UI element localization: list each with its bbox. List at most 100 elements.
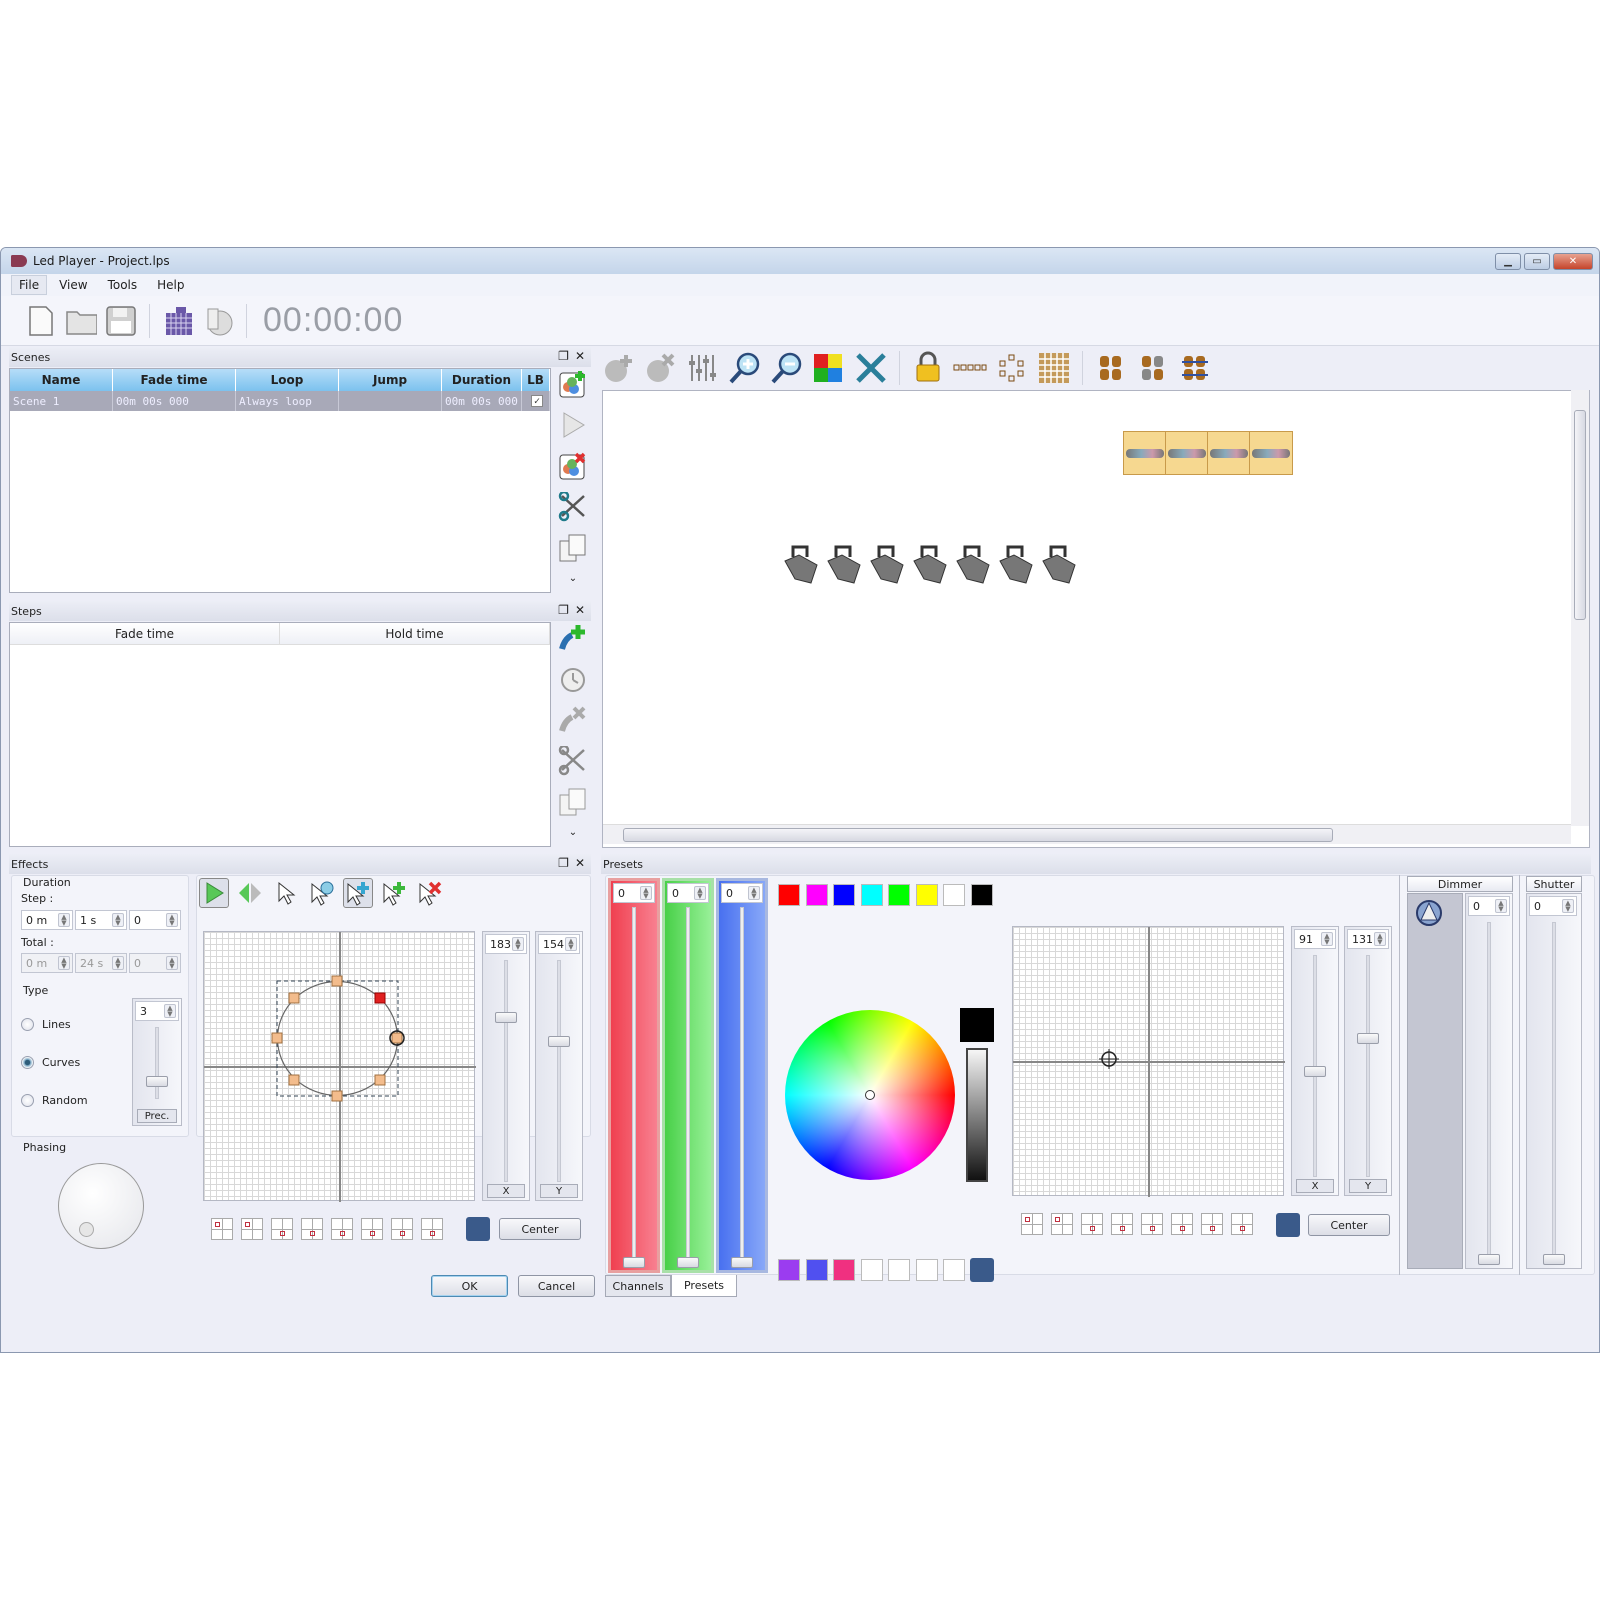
menu-view[interactable]: View bbox=[51, 275, 95, 295]
custom-color-swatch[interactable] bbox=[833, 1259, 855, 1281]
shutter-thumb[interactable] bbox=[1543, 1254, 1565, 1265]
save-icon[interactable] bbox=[105, 305, 137, 337]
remove-fixture-icon[interactable] bbox=[643, 350, 679, 386]
cancel-button[interactable]: Cancel bbox=[518, 1275, 595, 1297]
x-input[interactable]: 183 ▲ ▼ bbox=[485, 934, 527, 954]
led-bar-fixture[interactable] bbox=[1124, 432, 1166, 474]
tab-channels[interactable]: Channels bbox=[605, 1275, 671, 1297]
col-fade-time[interactable]: Fade time bbox=[113, 369, 236, 391]
phasing-handle[interactable] bbox=[79, 1222, 94, 1237]
matrix-layout-icon[interactable] bbox=[1036, 350, 1072, 386]
delete-point-icon[interactable] bbox=[415, 878, 445, 908]
open-folder-icon[interactable] bbox=[65, 305, 97, 337]
delete-step-icon[interactable] bbox=[557, 704, 589, 736]
tilt-input[interactable]: 131 ▲ ▼ bbox=[1347, 929, 1389, 949]
brightness-slider[interactable] bbox=[966, 1048, 988, 1182]
matrix-icon[interactable] bbox=[162, 305, 194, 337]
menu-help[interactable]: Help bbox=[149, 275, 192, 295]
position-preset-icon[interactable] bbox=[1051, 1213, 1073, 1235]
par-can-fixture[interactable] bbox=[826, 543, 863, 585]
table-row[interactable]: Scene 1 00m 00s 000 Always loop 00m 00s … bbox=[10, 391, 550, 411]
color-swatch[interactable] bbox=[888, 884, 910, 906]
float-icon[interactable]: ❐ bbox=[558, 856, 569, 870]
pan-slider[interactable]: 91 ▲ ▼ X bbox=[1291, 926, 1339, 1196]
float-icon[interactable]: ❐ bbox=[558, 603, 569, 617]
copy-step-icon[interactable] bbox=[557, 786, 589, 818]
shutter-input[interactable]: 0 ▲ ▼ bbox=[1529, 896, 1577, 916]
color-swatch[interactable] bbox=[833, 884, 855, 906]
col-step-fade-time[interactable]: Fade time bbox=[10, 623, 280, 644]
position-center-3-icon[interactable] bbox=[331, 1218, 353, 1240]
precision-input[interactable]: 3 ▲ ▼ bbox=[135, 1001, 179, 1021]
precision-slider[interactable]: 3 ▲ ▼ Prec. bbox=[132, 998, 182, 1126]
position-center-1-icon[interactable] bbox=[271, 1218, 293, 1240]
tools-icon[interactable] bbox=[853, 350, 889, 386]
mixer-icon[interactable] bbox=[685, 350, 721, 386]
color-swatch[interactable] bbox=[860, 884, 883, 906]
dimmer-slider[interactable]: 0 ▲ ▼ bbox=[1465, 893, 1513, 1269]
effect-grid[interactable] bbox=[203, 931, 476, 1202]
led-bar-fixture[interactable] bbox=[1208, 432, 1250, 474]
menu-tools[interactable]: Tools bbox=[100, 275, 146, 295]
position-center-5-icon[interactable] bbox=[391, 1218, 413, 1240]
group-a-icon[interactable] bbox=[1093, 350, 1129, 386]
type-lines-radio[interactable]: Lines bbox=[21, 1018, 71, 1031]
dimmer-icon[interactable] bbox=[1414, 898, 1444, 928]
color-swatch[interactable] bbox=[970, 884, 993, 906]
color-wheel[interactable] bbox=[785, 1010, 955, 1180]
y-input[interactable]: 154 ▲ ▼ bbox=[538, 934, 580, 954]
blue-input[interactable]: 0 ▲ ▼ bbox=[721, 883, 763, 903]
zoom-in-icon[interactable] bbox=[727, 350, 763, 386]
col-loop[interactable]: Loop bbox=[236, 369, 339, 391]
green-thumb[interactable] bbox=[677, 1257, 699, 1268]
x-slider[interactable]: 183 ▲ ▼ X bbox=[482, 931, 530, 1201]
blue-thumb[interactable] bbox=[731, 1257, 753, 1268]
import-icon[interactable] bbox=[202, 305, 234, 337]
col-step-hold-time[interactable]: Hold time bbox=[280, 623, 550, 644]
par-can-fixture[interactable] bbox=[998, 543, 1035, 585]
dimmer-thumb[interactable] bbox=[1478, 1254, 1500, 1265]
red-thumb[interactable] bbox=[623, 1257, 645, 1268]
step-seconds-input[interactable]: 1 s ▲ ▼ bbox=[75, 910, 127, 930]
close-panel-icon[interactable]: ✕ bbox=[575, 856, 585, 870]
add-point-icon[interactable] bbox=[379, 878, 409, 908]
custom-color-swatch[interactable] bbox=[888, 1259, 910, 1281]
custom-color-swatch[interactable] bbox=[943, 1259, 965, 1281]
led-bar-fixture[interactable] bbox=[1166, 432, 1208, 474]
position-preset-icon[interactable] bbox=[1021, 1213, 1043, 1235]
color-swatch[interactable] bbox=[943, 884, 965, 906]
close-panel-icon[interactable]: ✕ bbox=[575, 603, 585, 617]
type-curves-radio[interactable]: Curves bbox=[21, 1056, 80, 1069]
position-preset-icon[interactable] bbox=[1201, 1213, 1223, 1235]
col-duration[interactable]: Duration bbox=[442, 369, 522, 391]
precision-thumb[interactable] bbox=[146, 1076, 168, 1087]
pointer-icon[interactable] bbox=[271, 878, 301, 908]
tilt-thumb[interactable] bbox=[1357, 1033, 1379, 1044]
minimize-button[interactable]: ▁ bbox=[1495, 253, 1521, 270]
copy-icon[interactable] bbox=[557, 532, 589, 564]
custom-color-swatch[interactable] bbox=[805, 1259, 828, 1281]
color-swatch[interactable] bbox=[915, 884, 938, 906]
position-preset-icon[interactable] bbox=[1081, 1213, 1103, 1235]
add-node-pointer-icon[interactable] bbox=[343, 878, 373, 908]
play-effect-icon[interactable] bbox=[199, 878, 229, 908]
position-preset-icon[interactable] bbox=[1231, 1213, 1253, 1235]
rotate-pointer-icon[interactable] bbox=[307, 878, 337, 908]
float-icon[interactable]: ❐ bbox=[558, 349, 569, 363]
col-jump[interactable]: Jump bbox=[339, 369, 442, 391]
add-fixture-icon[interactable] bbox=[601, 350, 637, 386]
y-slider[interactable]: 154 ▲ ▼ Y bbox=[535, 931, 583, 1201]
col-lb[interactable]: LB bbox=[522, 369, 550, 391]
position-top-left-2-icon[interactable] bbox=[241, 1218, 263, 1240]
cut-step-icon[interactable] bbox=[557, 745, 589, 777]
led-bar-group[interactable] bbox=[1123, 431, 1293, 475]
maximize-button[interactable]: ▭ bbox=[1524, 253, 1550, 270]
cut-icon[interactable] bbox=[557, 491, 589, 523]
close-panel-icon[interactable]: ✕ bbox=[575, 349, 585, 363]
new-file-icon[interactable] bbox=[25, 305, 57, 337]
pan-tilt-grid[interactable] bbox=[1012, 926, 1285, 1197]
circle-layout-icon[interactable] bbox=[994, 350, 1030, 386]
pan-thumb[interactable] bbox=[1304, 1066, 1326, 1077]
zoom-out-icon[interactable] bbox=[769, 350, 805, 386]
color-picker-handle[interactable] bbox=[865, 1090, 875, 1100]
